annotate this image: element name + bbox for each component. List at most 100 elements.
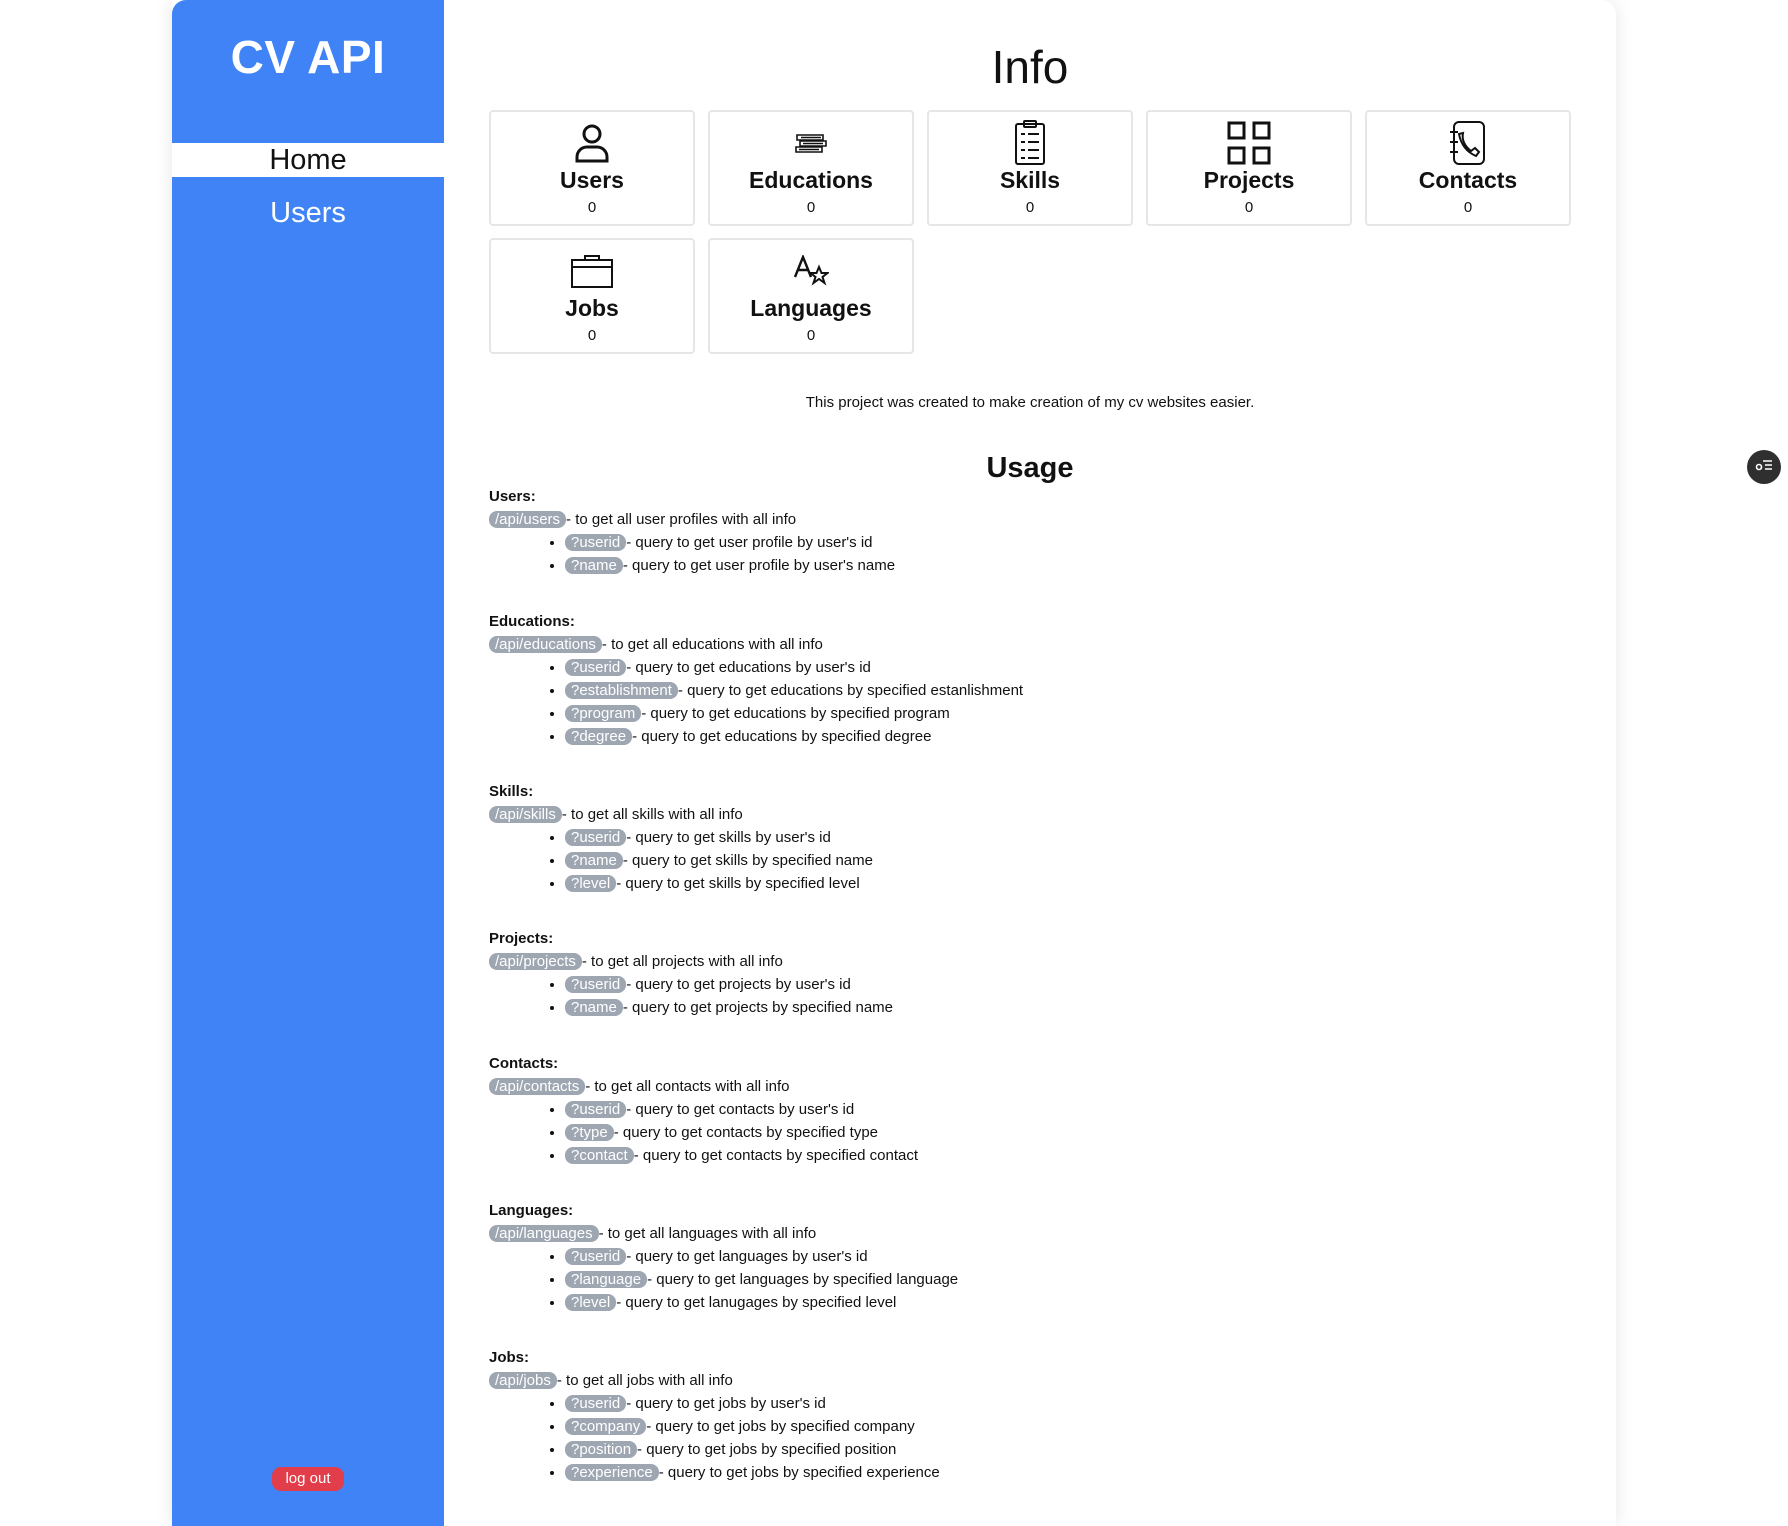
param-tag[interactable]: ?userid (565, 1248, 627, 1265)
main-content: Info Users 0 Educations 0 Skills 0 Proje… (444, 0, 1616, 1526)
param-item: ?company- query to get jobs by specified… (565, 1415, 1489, 1438)
param-item: ?degree- query to get educations by spec… (565, 725, 1489, 748)
card-projects[interactable]: Projects 0 (1146, 110, 1352, 226)
card-languages[interactable]: Languages 0 (708, 238, 914, 354)
param-item: ?userid- query to get contacts by user's… (565, 1098, 1489, 1121)
param-tag[interactable]: ?degree (565, 728, 633, 745)
param-tag[interactable]: ?userid (565, 1101, 627, 1118)
param-item: ?userid- query to get user profile by us… (565, 531, 1489, 554)
param-item: ?userid- query to get languages by user'… (565, 1245, 1489, 1268)
param-tag[interactable]: ?userid (565, 659, 627, 676)
param-item: ?program- query to get educations by spe… (565, 702, 1489, 725)
param-tag[interactable]: ?establishment (565, 682, 678, 699)
param-description: - query to get lanugages by specified le… (616, 1294, 897, 1311)
card-contacts[interactable]: Contacts 0 (1365, 110, 1571, 226)
param-list: ?userid- query to get projects by user's… (489, 973, 1489, 1019)
param-tag[interactable]: ?position (565, 1441, 638, 1458)
books-icon (710, 122, 912, 164)
card-users[interactable]: Users 0 (489, 110, 695, 226)
briefcase-icon (491, 250, 693, 292)
endpoint-description: - to get all projects with all info (581, 953, 783, 970)
floating-chat-button[interactable] (1747, 450, 1781, 484)
param-tag[interactable]: ?level (565, 875, 617, 892)
card-label: Projects (1203, 167, 1295, 193)
param-tag[interactable]: ?userid (565, 534, 627, 551)
param-tag[interactable]: ?company (565, 1418, 647, 1435)
section-title: Jobs: (489, 1349, 530, 1366)
param-item: ?experience- query to get jobs by specif… (565, 1461, 1489, 1484)
param-description: - query to get jobs by user's id (626, 1395, 826, 1412)
param-tag[interactable]: ?userid (565, 829, 627, 846)
endpoint-tag[interactable]: /api/users (489, 511, 567, 528)
param-item: ?level- query to get lanugages by specif… (565, 1291, 1489, 1314)
sidebar: CV API Home Users log out (172, 0, 444, 1526)
endpoint-tag[interactable]: /api/projects (489, 953, 582, 970)
endpoint-tag[interactable]: /api/skills (489, 806, 562, 823)
endpoint-tag[interactable]: /api/languages (489, 1225, 599, 1242)
endpoint-tag[interactable]: /api/educations (489, 636, 602, 653)
section-title: Languages: (489, 1202, 574, 1219)
card-count: 0 (806, 327, 816, 344)
param-item: ?contact- query to get contacts by speci… (565, 1144, 1489, 1167)
param-item: ?level- query to get skills by specified… (565, 872, 1489, 895)
usage-section-projects: Projects: /api/projects - to get all proj… (489, 928, 1489, 1019)
param-description: - query to get educations by specified d… (632, 728, 932, 745)
param-list: ?userid- query to get languages by user'… (489, 1245, 1489, 1314)
param-list: ?userid- query to get contacts by user's… (489, 1098, 1489, 1167)
card-label: Languages (750, 295, 872, 321)
card-jobs[interactable]: Jobs 0 (489, 238, 695, 354)
usage-section-users: Users: /api/users - to get all user profi… (489, 486, 1489, 577)
user-icon (491, 122, 693, 164)
param-tag[interactable]: ?type (565, 1124, 614, 1141)
param-item: ?name- query to get projects by specifie… (565, 996, 1489, 1019)
card-count: 0 (1244, 199, 1254, 216)
param-description: - query to get projects by user's id (626, 976, 851, 993)
card-count: 0 (1025, 199, 1035, 216)
section-title: Projects: (489, 930, 554, 947)
param-list: ?userid- query to get educations by user… (489, 656, 1489, 748)
param-tag[interactable]: ?language (565, 1271, 648, 1288)
param-tag[interactable]: ?level (565, 1294, 617, 1311)
param-item: ?userid- query to get educations by user… (565, 656, 1489, 679)
param-description: - query to get skills by specified level (616, 875, 860, 892)
usage-section-languages: Languages: /api/languages - to get all la… (489, 1200, 1489, 1314)
endpoint-description: - to get all user profiles with all info (566, 511, 797, 528)
sidebar-item-home[interactable]: Home (172, 143, 444, 177)
card-label: Users (560, 167, 624, 193)
logout-button[interactable]: log out (272, 1467, 344, 1491)
param-item: ?position- query to get jobs by specifie… (565, 1438, 1489, 1461)
endpoint-description: - to get all contacts with all info (585, 1078, 790, 1095)
param-item: ?type- query to get contacts by specifie… (565, 1121, 1489, 1144)
param-description: - query to get languages by user's id (626, 1248, 868, 1265)
section-title: Educations: (489, 613, 575, 630)
card-count: 0 (587, 327, 597, 344)
card-educations[interactable]: Educations 0 (708, 110, 914, 226)
param-description: - query to get jobs by specified positio… (637, 1441, 897, 1458)
param-description: - query to get educations by specified e… (677, 682, 1024, 699)
usage-section-educations: Educations: /api/educations - to get all … (489, 611, 1489, 748)
param-description: - query to get user profile by user's na… (622, 557, 896, 574)
param-list: ?userid- query to get skills by user's i… (489, 826, 1489, 895)
param-item: ?name- query to get user profile by user… (565, 554, 1489, 577)
endpoint-tag[interactable]: /api/jobs (489, 1372, 557, 1389)
param-description: - query to get jobs by specified company (646, 1418, 915, 1435)
param-tag[interactable]: ?experience (565, 1464, 659, 1481)
usage-section-jobs: Jobs: /api/jobs - to get all jobs with al… (489, 1347, 1489, 1484)
param-tag[interactable]: ?userid (565, 1395, 627, 1412)
card-count: 0 (587, 199, 597, 216)
param-tag[interactable]: ?userid (565, 976, 627, 993)
param-tag[interactable]: ?name (565, 557, 623, 574)
param-description: - query to get contacts by specified con… (633, 1147, 919, 1164)
section-title: Users: (489, 488, 536, 505)
sidebar-item-users[interactable]: Users (172, 196, 444, 230)
param-tag[interactable]: ?name (565, 852, 623, 869)
card-count: 0 (1463, 199, 1473, 216)
endpoint-tag[interactable]: /api/contacts (489, 1078, 586, 1095)
card-skills[interactable]: Skills 0 (927, 110, 1133, 226)
param-tag[interactable]: ?name (565, 999, 623, 1016)
param-tag[interactable]: ?contact (565, 1147, 634, 1164)
section-title: Contacts: (489, 1055, 559, 1072)
endpoint-row: /api/languages - to get all languages wit… (489, 1222, 1489, 1245)
project-description: This project was created to make creatio… (805, 394, 1255, 411)
param-tag[interactable]: ?program (565, 705, 642, 722)
